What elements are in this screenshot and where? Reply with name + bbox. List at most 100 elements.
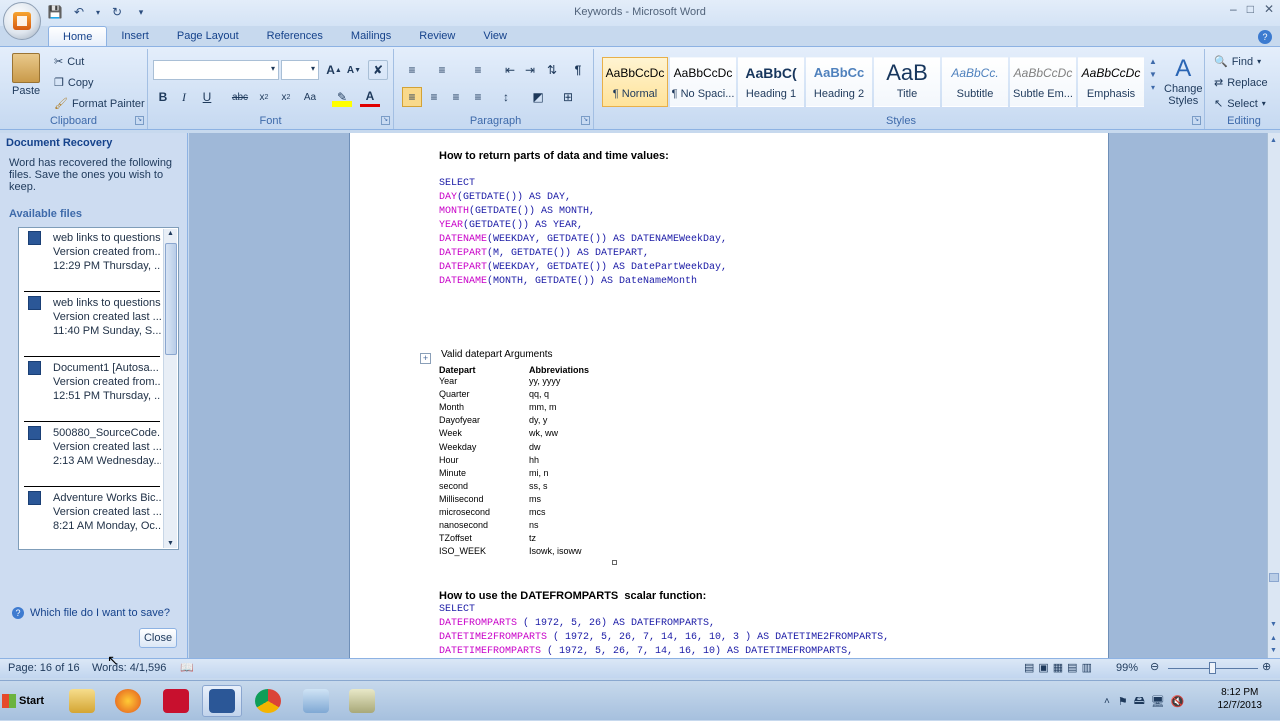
numbering-icon[interactable]: ≡ — [432, 60, 452, 80]
shrink-font-icon[interactable]: A ▼ — [344, 60, 364, 80]
find-button[interactable]: 🔍 Find ▾ — [1214, 55, 1261, 69]
styles-launcher-icon[interactable]: ↘ — [1192, 116, 1201, 125]
shading-icon[interactable]: ◩ — [528, 87, 548, 107]
maximize-icon[interactable]: □ — [1247, 2, 1254, 16]
network-icon[interactable]: 🖥 — [1151, 695, 1165, 708]
bullets-icon[interactable]: ≡ — [402, 60, 422, 80]
increase-indent-icon[interactable]: ⇥ — [520, 60, 540, 80]
show-hidden-icons-icon[interactable]: ˄ — [1104, 696, 1110, 707]
tool-taskbar-button[interactable] — [342, 685, 382, 717]
change-styles-button[interactable]: A Change Styles — [1164, 55, 1203, 107]
change-case-icon[interactable]: Aa — [300, 87, 320, 107]
zoom-out-icon[interactable]: ⊖ — [1150, 660, 1159, 673]
previous-page-icon[interactable]: ▲ — [1270, 635, 1277, 642]
bold-icon[interactable]: B — [153, 87, 173, 107]
scrollbar-thumb[interactable] — [1269, 573, 1279, 582]
underline-icon[interactable]: U — [197, 87, 217, 107]
start-button[interactable]: Start — [2, 685, 50, 717]
style-title[interactable]: AaB Title — [874, 57, 940, 107]
word-count[interactable]: Words: 4/1,596 — [92, 662, 166, 674]
italic-icon[interactable]: I — [174, 87, 194, 107]
styles-scroll[interactable]: ▲ ▼ ▾ — [1147, 57, 1159, 105]
highlight-icon[interactable]: ✎ — [332, 87, 352, 107]
tab-mailings[interactable]: Mailings — [337, 26, 405, 46]
close-icon[interactable]: ✕ — [1264, 2, 1274, 16]
font-size-combo[interactable]: ▾ — [281, 60, 319, 80]
close-button[interactable]: Close — [139, 628, 177, 648]
style-heading-2[interactable]: AaBbCc Heading 2 — [806, 57, 872, 107]
next-page-icon[interactable]: ▼ — [1270, 647, 1277, 654]
font-launcher-icon[interactable]: ↘ — [381, 116, 390, 125]
clear-formatting-icon[interactable]: ✘ — [368, 60, 388, 80]
view-buttons-icon[interactable]: ▤▣▦▤▥ — [1024, 661, 1096, 674]
scroll-down-icon[interactable]: ▼ — [1270, 621, 1277, 628]
acrobat-taskbar-button[interactable] — [156, 685, 196, 717]
show-formatting-icon[interactable]: ¶ — [568, 60, 588, 80]
device-icon[interactable]: 🖴 — [1134, 692, 1145, 711]
list-item[interactable]: web links to questions ... Version creat… — [24, 228, 161, 292]
firefox-taskbar-button[interactable] — [108, 685, 148, 717]
align-center-icon[interactable]: ≡ — [424, 87, 444, 107]
cut-button[interactable]: ✂ Cut — [54, 55, 84, 69]
decrease-indent-icon[interactable]: ⇤ — [500, 60, 520, 80]
tab-home[interactable]: Home — [48, 26, 108, 46]
tab-insert[interactable]: Insert — [107, 26, 163, 46]
multilevel-list-icon[interactable]: ≡ — [468, 60, 488, 80]
scroll-down-icon[interactable]: ▼ — [167, 540, 174, 547]
style-heading-1[interactable]: AaBbC(Heading 1 — [738, 57, 804, 107]
tab-view[interactable]: View — [469, 26, 521, 46]
list-item[interactable]: Document1 [Autosa... Version created fro… — [24, 358, 161, 422]
which-file-help-link[interactable]: ? Which file do I want to save? — [12, 607, 170, 619]
grow-font-icon[interactable]: A ▲ — [324, 60, 344, 80]
proofing-icon[interactable]: 📖 — [180, 661, 194, 674]
strikethrough-icon[interactable]: abc — [230, 87, 250, 107]
page-indicator[interactable]: Page: 16 of 16 — [8, 662, 80, 674]
vertical-scrollbar[interactable]: ▲ ▼ ▲ ▼ — [1267, 133, 1280, 658]
scroll-up-icon[interactable]: ▲ — [167, 230, 174, 237]
copy-button[interactable]: ❐ Copy — [54, 76, 94, 90]
office-button[interactable] — [3, 2, 41, 40]
table-move-handle-icon[interactable]: + — [420, 353, 431, 364]
style-subtitle[interactable]: AaBbCc. Subtitle — [942, 57, 1008, 107]
font-name-combo[interactable]: ▾ — [153, 60, 279, 80]
word-taskbar-button[interactable] — [202, 685, 242, 717]
table-resize-handle-icon[interactable] — [612, 560, 617, 565]
line-spacing-icon[interactable]: ↕ — [496, 87, 516, 107]
scroll-up-icon[interactable]: ▲ — [1270, 137, 1277, 144]
justify-icon[interactable]: ≡ — [468, 87, 488, 107]
paste-button[interactable]: Paste — [12, 53, 40, 97]
explorer-taskbar-button[interactable] — [62, 685, 102, 717]
style-no-spacing[interactable]: AaBbCcDc ¶ No Spaci... — [670, 57, 736, 107]
style-normal[interactable]: AaBbCcDc ¶ Normal — [602, 57, 668, 107]
minimize-icon[interactable]: – — [1230, 2, 1237, 16]
clipboard-launcher-icon[interactable]: ↘ — [135, 116, 144, 125]
zoom-level[interactable]: 99% — [1116, 662, 1138, 674]
tab-review[interactable]: Review — [405, 26, 469, 46]
style-subtle-emphasis[interactable]: AaBbCcDc Subtle Em... — [1010, 57, 1076, 107]
zoom-in-icon[interactable]: ⊕ — [1262, 660, 1271, 673]
list-scrollbar[interactable]: ▲ ▼ — [163, 229, 177, 548]
chrome-taskbar-button[interactable] — [248, 685, 288, 717]
replace-button[interactable]: ⇄ Replace — [1214, 76, 1268, 90]
subscript-icon[interactable]: x2 — [254, 87, 274, 107]
align-right-icon[interactable]: ≡ — [446, 87, 466, 107]
format-painter-button[interactable]: 🖌 Format Painter — [54, 97, 145, 111]
list-item[interactable]: Adventure Works Bic... Version created l… — [24, 488, 161, 549]
help-icon[interactable]: ? — [1258, 30, 1272, 44]
list-item[interactable]: 500880_SourceCode... Version created las… — [24, 423, 161, 487]
clock[interactable]: 8:12 PM 12/7/2013 — [1218, 686, 1263, 712]
zoom-slider-thumb[interactable] — [1209, 662, 1216, 674]
tab-references[interactable]: References — [253, 26, 337, 46]
font-color-icon[interactable]: A — [360, 87, 380, 107]
superscript-icon[interactable]: x2 — [276, 87, 296, 107]
document-page[interactable]: How to return parts of data and time val… — [349, 133, 1109, 658]
tab-page-layout[interactable]: Page Layout — [163, 26, 253, 46]
align-left-icon[interactable]: ≡ — [402, 87, 422, 107]
sort-icon[interactable]: ⇅ — [542, 60, 562, 80]
notepad-taskbar-button[interactable] — [296, 685, 336, 717]
select-button[interactable]: ↖ Select ▾ — [1214, 97, 1266, 111]
volume-muted-icon[interactable]: 🔇 — [1171, 695, 1185, 708]
style-emphasis[interactable]: AaBbCcDc Emphasis — [1078, 57, 1144, 107]
borders-icon[interactable]: ⊞ — [558, 87, 578, 107]
paragraph-launcher-icon[interactable]: ↘ — [581, 116, 590, 125]
